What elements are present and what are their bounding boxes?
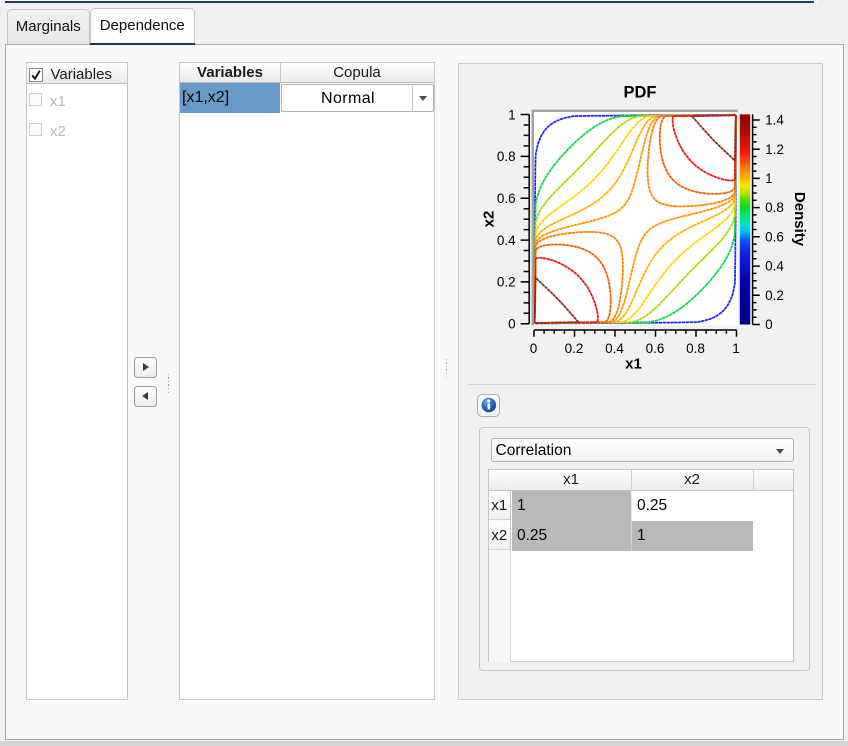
svg-text:0.2: 0.2	[765, 288, 784, 303]
svg-text:1.2: 1.2	[765, 142, 784, 157]
svg-text:0.4: 0.4	[497, 233, 516, 248]
svg-text:0.2: 0.2	[565, 341, 584, 356]
svg-text:1: 1	[508, 107, 516, 122]
svg-text:0: 0	[765, 317, 773, 332]
svg-text:PDF: PDF	[624, 84, 657, 102]
svg-text:0.8: 0.8	[686, 341, 705, 356]
svg-text:1.4: 1.4	[765, 113, 784, 128]
svg-text:0.6: 0.6	[497, 191, 516, 206]
svg-text:x1: x1	[625, 356, 642, 373]
svg-text:1: 1	[732, 341, 740, 356]
svg-text:0.4: 0.4	[605, 341, 624, 356]
svg-text:x2: x2	[481, 211, 498, 228]
svg-text:1: 1	[765, 171, 773, 186]
svg-text:0.8: 0.8	[765, 200, 784, 215]
svg-text:0.2: 0.2	[497, 275, 516, 290]
svg-text:0.6: 0.6	[765, 229, 784, 244]
svg-text:Density: Density	[791, 192, 808, 247]
svg-text:0: 0	[530, 341, 538, 356]
svg-text:0.4: 0.4	[765, 259, 784, 274]
svg-text:0: 0	[508, 317, 516, 332]
svg-text:0.6: 0.6	[646, 341, 665, 356]
svg-text:0.8: 0.8	[497, 149, 516, 164]
